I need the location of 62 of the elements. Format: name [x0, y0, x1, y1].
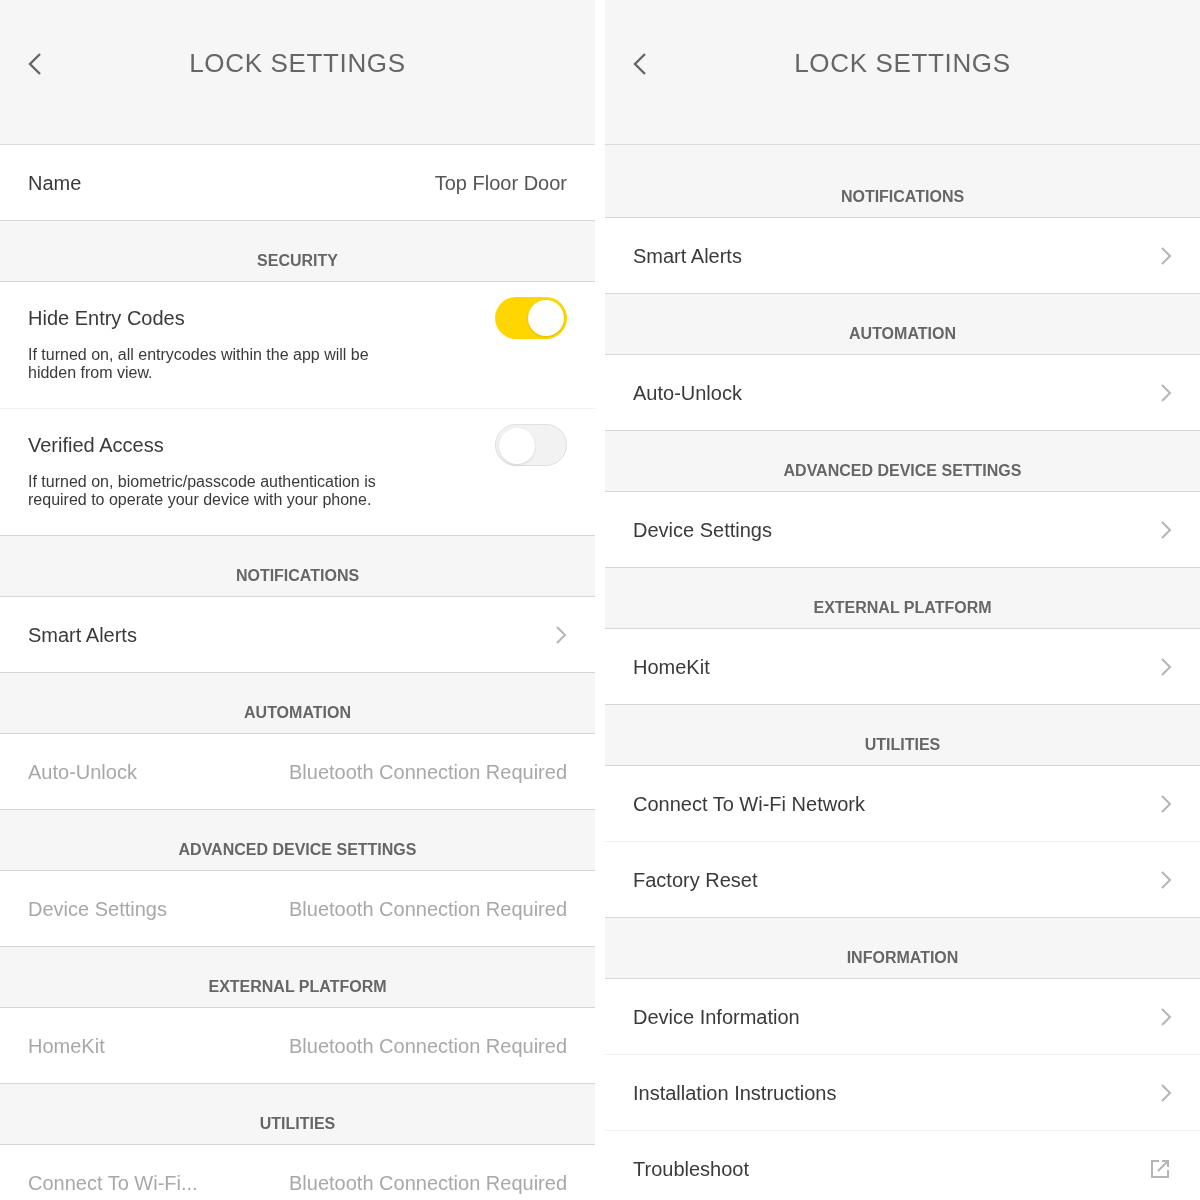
row-description: If turned on, biometric/passcode authentication is required to operate your device with your phone.: [28, 473, 377, 510]
row-value: Bluetooth Connection Required: [289, 1033, 567, 1059]
chevron-right-icon: [1160, 1006, 1172, 1027]
row-label: HomeKit: [28, 1033, 105, 1059]
settings-row[interactable]: Smart Alerts: [0, 597, 595, 673]
section-header: UTILITIES: [259, 1114, 336, 1134]
row-label: Device Information: [633, 1004, 800, 1030]
section-header: EXTERNAL PLATFORM: [813, 598, 992, 618]
chevron-right-icon: [555, 624, 567, 645]
row-label: Verified Access: [28, 433, 164, 458]
settings-row[interactable]: HomeKit: [605, 629, 1200, 705]
section-header: ADVANCED DEVICE SETTINGS: [783, 461, 1022, 481]
chevron-right-icon: [1160, 1082, 1172, 1103]
settings-row[interactable]: Troubleshoot: [605, 1131, 1200, 1200]
row-label: Smart Alerts: [633, 243, 742, 269]
row-label: Device Settings: [633, 517, 772, 543]
screen-title: LOCK SETTINGS: [189, 46, 406, 80]
settings-row[interactable]: Installation Instructions: [605, 1055, 1200, 1131]
chevron-right-icon: [1160, 245, 1172, 266]
row-value: Bluetooth Connection Required: [289, 1170, 567, 1196]
toggle-switch[interactable]: [495, 297, 567, 339]
chevron-right-icon: [1160, 793, 1172, 814]
chevron-right-icon: [1160, 519, 1172, 540]
section-header: SECURITY: [257, 251, 338, 271]
section-header: UTILITIES: [864, 735, 941, 755]
settings-row[interactable]: Verified Access If turned on, biometric/passcode authentication is required to operate your device with your phone.: [0, 409, 595, 536]
row-label: Installation Instructions: [633, 1080, 837, 1106]
section-header: NOTIFICATIONS: [235, 566, 360, 586]
row-label: Hide Entry Codes: [28, 306, 185, 331]
section-header: AUTOMATION: [849, 324, 956, 344]
section-header: EXTERNAL PLATFORM: [208, 977, 387, 997]
settings-row[interactable]: Auto-Unlock: [605, 355, 1200, 431]
row-label: Connect To Wi-Fi Network: [633, 791, 865, 817]
back-icon[interactable]: [28, 52, 42, 76]
row-description: If turned on, all entrycodes within the app will be hidden from view.: [28, 346, 370, 383]
row-label: HomeKit: [633, 654, 710, 680]
row-label: Device Settings: [28, 896, 167, 922]
row-value: Top Floor Door: [434, 170, 567, 196]
row-label: Troubleshoot: [633, 1156, 749, 1182]
row-label: Auto-Unlock: [28, 759, 137, 785]
section-header: ADVANCED DEVICE SETTINGS: [178, 840, 417, 860]
row-label: Auto-Unlock: [633, 380, 742, 406]
chevron-right-icon: [1160, 656, 1172, 677]
chevron-right-icon: [1160, 382, 1172, 403]
section-header: INFORMATION: [846, 948, 959, 968]
settings-row[interactable]: Device Information: [605, 979, 1200, 1055]
section-header: AUTOMATION: [244, 703, 351, 723]
screen-title: LOCK SETTINGS: [794, 46, 1011, 80]
row-value: Bluetooth Connection Required: [289, 896, 567, 922]
row-label: Factory Reset: [633, 867, 758, 893]
row-label: Connect To Wi-Fi...: [28, 1170, 198, 1196]
settings-row[interactable]: Smart Alerts: [605, 218, 1200, 294]
row-value: Bluetooth Connection Required: [289, 759, 567, 785]
settings-row[interactable]: Factory Reset: [605, 842, 1200, 918]
settings-row[interactable]: Connect To Wi-Fi Network: [605, 766, 1200, 842]
section-header: NOTIFICATIONS: [840, 187, 965, 207]
toggle-switch[interactable]: [495, 424, 567, 466]
settings-row[interactable]: Device Settings: [605, 492, 1200, 568]
row-label: Name: [28, 170, 82, 196]
chevron-right-icon: [1160, 869, 1172, 890]
row-label: Smart Alerts: [28, 622, 137, 648]
back-icon[interactable]: [633, 52, 647, 76]
